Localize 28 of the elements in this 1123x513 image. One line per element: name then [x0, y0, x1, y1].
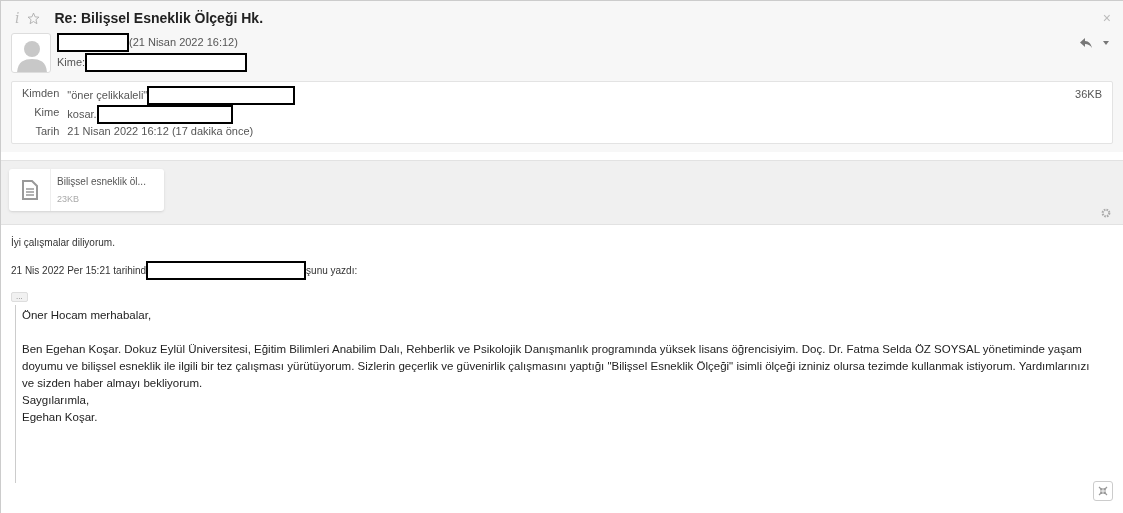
quoted-text: Öner Hocam merhabalar, — [22, 308, 153, 323]
settings-icon[interactable] — [1101, 208, 1111, 218]
field-value: kosar. — [67, 107, 97, 122]
collapse-icon[interactable] — [1093, 481, 1113, 501]
attachment-size: 23KB — [57, 192, 81, 206]
quoted-text: Saygılarımla, — [22, 393, 91, 408]
field-label: Tarih — [34, 124, 60, 139]
show-quoted-button[interactable]: ... — [11, 292, 28, 302]
star-icon[interactable] — [27, 11, 41, 25]
attachment-card[interactable]: Bilişsel esneklik öl... 23KB — [9, 169, 164, 211]
to-label: Kime: — [57, 55, 86, 71]
reply-icon[interactable] — [1079, 37, 1093, 49]
field-value: 21 Nisan 2022 16:12 (17 dakika önce) — [67, 124, 254, 139]
quote-intro: şunu yazdı: — [306, 264, 358, 278]
quoted-text: Egehan Koşar. — [22, 410, 99, 425]
field-value: "öner çelikkaleli" — [67, 88, 148, 103]
subject-title: Re: Bilişsel Esneklik Ölçeği Hk. — [54, 8, 264, 28]
dropdown-caret-icon[interactable] — [1103, 41, 1109, 45]
message-text: İyi çalışmalar diliyorum. — [11, 235, 116, 250]
field-label: Kime — [33, 105, 60, 120]
avatar-icon — [11, 33, 51, 73]
message-size: 36KB — [1075, 87, 1102, 102]
quoted-text: Ben Egehan Koşar. Dokuz Eylül Üniversitesi, Eğitim Bilimleri Anabilim Dalı, Rehberlik ve Psikolojik Danışmanlık programında yüksek lisans öğrencisiyim. Doç. Dr. Fatma Selda ÖZ SOYSAL yönetiminde yaşam doyumu ve bilişsel esneklik ile ilgili bir tez çalışması yürütüyorum. Sizlerin geçerlik ve güvenirlik çalışmasını yaptığı "Bilişsel Esneklik Ölçeği" isimli ölçeği izniniz olursa tezimde kullanmak istiyorum. Yardımlarınızı ve sizden haber almayı bekliyorum. — [22, 342, 1091, 391]
document-icon — [21, 180, 38, 200]
attachment-name: Bilişsel esneklik öl... — [57, 174, 146, 189]
sent-date: (21 Nisan 2022 16:12) — [129, 35, 238, 51]
field-label: Kimden — [22, 86, 60, 101]
quote-intro: 21 Nis 2022 Per 15:21 tarihind — [11, 264, 147, 278]
